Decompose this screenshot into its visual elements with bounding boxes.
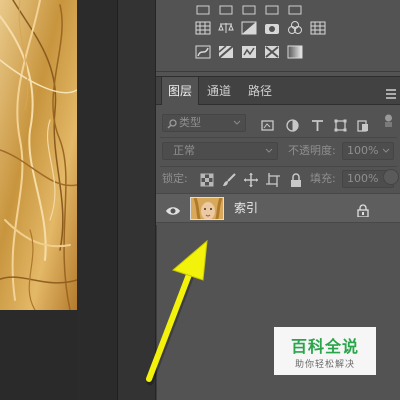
- adjustment-filter-icon[interactable]: [286, 117, 299, 132]
- layer-lock-icon: [357, 202, 369, 218]
- panel-menu-icon[interactable]: [385, 85, 397, 99]
- eye-icon[interactable]: [165, 202, 181, 215]
- type-filter-icon[interactable]: [311, 117, 324, 131]
- chevron-down-icon: [265, 143, 273, 162]
- vibrance-icon[interactable]: [286, 2, 304, 18]
- lock-transparent-icon[interactable]: [200, 172, 214, 187]
- levels-icon[interactable]: [217, 2, 235, 18]
- brightness-icon[interactable]: [194, 2, 212, 18]
- selective-color-icon[interactable]: [263, 44, 281, 60]
- watermark-subtitle: 助你轻松解决: [294, 360, 355, 370]
- layer-name[interactable]: 索引: [234, 194, 258, 223]
- invert-icon[interactable]: [194, 44, 212, 60]
- photoshop-window: 图层 通道 路径 类型 正常 不透明度: 100% 锁定: 填充: 100% 索…: [0, 0, 400, 400]
- blend-mode-select[interactable]: 正常: [162, 142, 278, 160]
- layer-thumbnail: [190, 197, 224, 220]
- watermark-logo: 百科全说 助你轻松解决: [274, 327, 376, 375]
- lock-all-icon[interactable]: [289, 172, 303, 187]
- opacity-input[interactable]: 100%: [342, 142, 394, 160]
- chevron-down-icon: [382, 143, 390, 162]
- lock-position-icon[interactable]: [244, 172, 258, 187]
- panel-tab-bar: 图层 通道 路径: [156, 77, 400, 105]
- fill-label: 填充:: [310, 172, 336, 185]
- divider: [160, 137, 397, 138]
- layer-row[interactable]: 索引: [156, 193, 400, 223]
- photo-filter-icon[interactable]: [263, 20, 281, 36]
- search-icon: [167, 118, 177, 129]
- watermark-title: 百科全说: [290, 337, 359, 356]
- panel-border: [156, 225, 157, 400]
- adjustments-row-1: [194, 2, 304, 20]
- chevron-down-icon: [233, 115, 241, 134]
- scroll-up-button[interactable]: [383, 169, 399, 185]
- channel-mixer-icon[interactable]: [286, 20, 304, 36]
- panel-dock-gap: [117, 0, 155, 400]
- black-white-icon[interactable]: [240, 20, 258, 36]
- opacity-value: 100%: [347, 144, 379, 157]
- tab-channels[interactable]: 通道: [201, 77, 237, 105]
- shape-filter-icon[interactable]: [334, 117, 347, 132]
- curves-icon[interactable]: [240, 2, 258, 18]
- hair-photo: [0, 0, 77, 310]
- lock-artboard-icon[interactable]: [266, 172, 280, 187]
- smart-object-filter-icon[interactable]: [357, 117, 370, 132]
- layer-filter-label: 类型: [179, 116, 201, 129]
- hue-sat-icon[interactable]: [194, 20, 212, 36]
- lock-pixels-icon[interactable]: [222, 172, 236, 186]
- color-lookup-icon[interactable]: [309, 20, 327, 36]
- gradient-map-icon[interactable]: [286, 44, 304, 60]
- posterize-icon[interactable]: [217, 44, 235, 60]
- tab-layers[interactable]: 图层: [161, 77, 200, 105]
- opacity-label: 不透明度:: [288, 144, 336, 157]
- image-filter-icon[interactable]: [261, 117, 274, 131]
- adjustments-panel: [156, 0, 400, 72]
- fill-value: 100%: [347, 172, 379, 185]
- blend-mode-value: 正常: [173, 144, 195, 157]
- document-canvas[interactable]: [0, 0, 117, 400]
- tab-paths[interactable]: 路径: [242, 77, 278, 105]
- lock-label: 锁定:: [162, 172, 188, 185]
- divider: [160, 166, 397, 167]
- layer-filter-select[interactable]: 类型: [162, 114, 246, 132]
- color-balance-icon[interactable]: [217, 20, 235, 36]
- adjustments-row-2: [194, 20, 327, 38]
- filter-toggle-icon[interactable]: [382, 113, 395, 127]
- pasteboard: [77, 0, 117, 400]
- threshold-icon[interactable]: [240, 44, 258, 60]
- adjustments-row-3: [194, 44, 304, 62]
- exposure-icon[interactable]: [263, 2, 281, 18]
